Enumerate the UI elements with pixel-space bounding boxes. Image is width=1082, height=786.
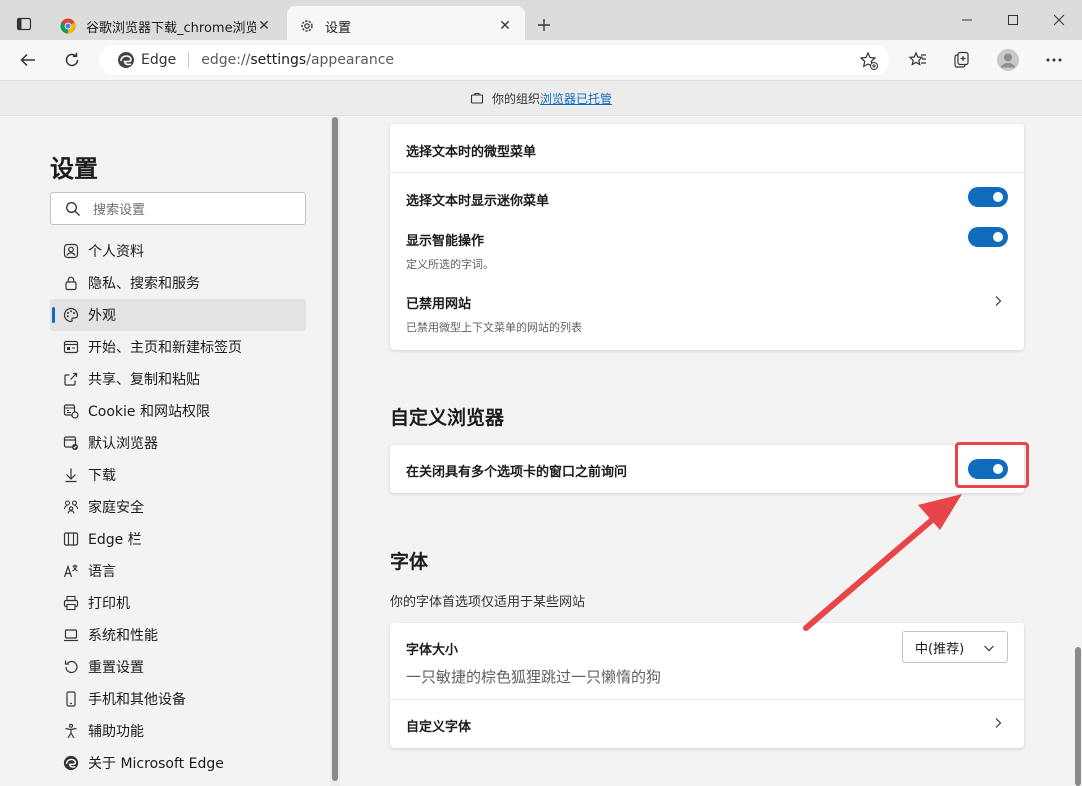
- annotation-arrow-icon: [803, 494, 962, 631]
